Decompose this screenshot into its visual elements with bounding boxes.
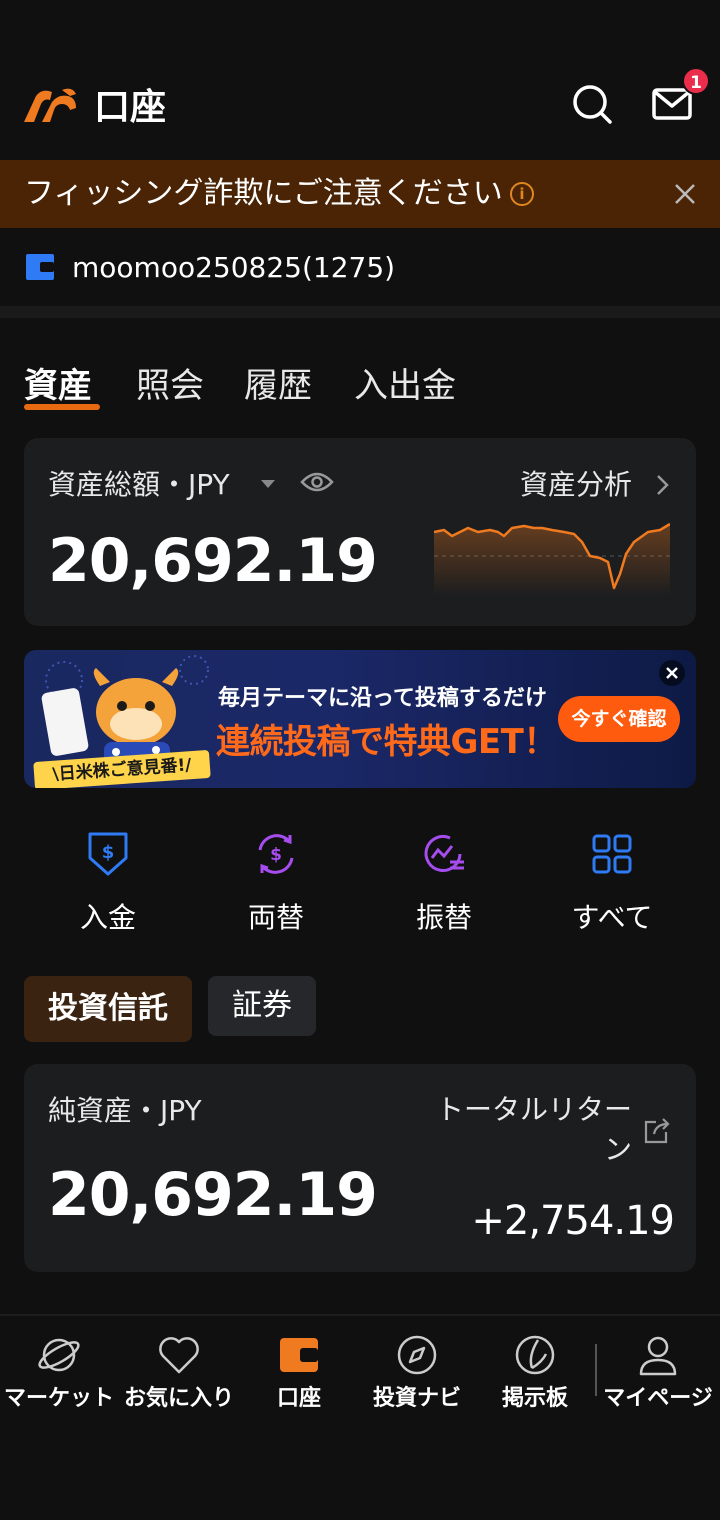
exchange-icon: $ bbox=[258, 834, 294, 874]
planet-icon bbox=[38, 1338, 80, 1372]
promo-title: 連続投稿で特典GET！ bbox=[216, 722, 557, 762]
nav-market[interactable]: マーケット bbox=[0, 1332, 118, 1422]
promo-subtitle: 毎月テーマに沿って投稿するだけ bbox=[218, 686, 547, 711]
phishing-warning-text: フィッシング詐欺にご注意ください bbox=[24, 176, 503, 211]
deposit-button[interactable]: $ 入金 bbox=[24, 826, 192, 936]
person-icon bbox=[639, 1336, 677, 1376]
account-wallet-icon bbox=[26, 254, 54, 280]
nav-invest-navi[interactable]: 投資ナビ bbox=[358, 1332, 476, 1422]
transfer-label: 振替 bbox=[415, 901, 472, 934]
nav-forum[interactable]: 掲示板 bbox=[476, 1332, 594, 1422]
transfer-button[interactable]: 振替 bbox=[360, 826, 528, 936]
nav-forum-label: 掲示板 bbox=[501, 1386, 568, 1411]
net-assets-card: 純資産・JPY 20,692.19 トータルリター ン +2,754.19 bbox=[24, 1064, 696, 1272]
deposit-label: 入金 bbox=[79, 901, 136, 934]
total-return-label-line2: ン bbox=[603, 1133, 632, 1166]
asset-sparkline bbox=[434, 522, 670, 596]
tab-inquiry[interactable]: 照会 bbox=[136, 362, 204, 410]
heart-icon bbox=[159, 1337, 199, 1374]
total-assets-value: 20,692.19 bbox=[48, 526, 378, 596]
nav-invest-navi-label: 投資ナビ bbox=[372, 1386, 461, 1411]
moomoo-logo-icon bbox=[24, 88, 76, 122]
segment-investment-trust[interactable]: 投資信託 bbox=[24, 976, 192, 1042]
bottom-nav-divider bbox=[0, 1314, 720, 1316]
total-return-label: トータルリター ン bbox=[420, 1090, 632, 1170]
eye-icon[interactable] bbox=[300, 470, 334, 494]
nav-mypage[interactable]: マイページ bbox=[598, 1332, 718, 1422]
net-assets-label: 純資産・JPY bbox=[48, 1094, 202, 1127]
share-icon[interactable] bbox=[642, 1116, 672, 1146]
page-title: 口座 bbox=[94, 87, 167, 128]
info-icon[interactable]: i bbox=[510, 182, 534, 206]
nav-account-label: 口座 bbox=[276, 1386, 321, 1411]
currency-dropdown-icon[interactable] bbox=[261, 480, 275, 488]
promo-check-button[interactable]: 今すぐ確認 bbox=[558, 696, 680, 742]
svg-text:$: $ bbox=[270, 845, 282, 865]
nav-market-label: マーケット bbox=[3, 1386, 114, 1411]
net-assets-value: 20,692.19 bbox=[48, 1160, 378, 1230]
total-assets-label: 資産総額・JPY bbox=[48, 468, 230, 501]
close-icon[interactable] bbox=[668, 177, 702, 211]
svg-text:$: $ bbox=[102, 842, 115, 863]
tab-history[interactable]: 履歴 bbox=[244, 362, 312, 410]
forum-icon bbox=[515, 1335, 555, 1375]
wallet-icon bbox=[280, 1338, 318, 1372]
tab-deposit-withdraw[interactable]: 入出金 bbox=[354, 362, 456, 410]
exchange-label: 両替 bbox=[247, 901, 304, 934]
notification-badge: 1 bbox=[682, 67, 710, 95]
tab-assets[interactable]: 資産 bbox=[24, 362, 92, 410]
phishing-warning-banner: フィッシング詐欺にご注意ください i bbox=[0, 160, 720, 228]
nav-favorites-label: お気に入り bbox=[123, 1386, 234, 1411]
all-services-label: すべて bbox=[571, 901, 653, 934]
total-assets-card: 資産総額・JPY 資産分析 20,692.19 bbox=[24, 438, 696, 626]
exchange-button[interactable]: $ 両替 bbox=[192, 826, 360, 936]
close-icon[interactable] bbox=[659, 660, 685, 686]
account-selector[interactable]: moomoo250825(1275) bbox=[0, 228, 720, 306]
chevron-right-icon[interactable] bbox=[654, 470, 672, 500]
total-return-label-line1: トータルリター bbox=[435, 1093, 632, 1126]
nav-separator bbox=[595, 1344, 597, 1396]
active-tab-indicator bbox=[24, 404, 100, 410]
nav-mypage-label: マイページ bbox=[603, 1386, 713, 1411]
search-icon[interactable] bbox=[570, 82, 614, 126]
promo-banner[interactable]: \日米株ご意見番!/ 毎月テーマに沿って投稿するだけ 連続投稿で特典GET！ 今… bbox=[24, 650, 696, 788]
grid-icon bbox=[592, 834, 632, 874]
nav-favorites[interactable]: お気に入り bbox=[120, 1332, 238, 1422]
asset-analysis-link[interactable]: 資産分析 bbox=[520, 466, 632, 504]
nav-account[interactable]: 口座 bbox=[240, 1332, 358, 1422]
deposit-icon: $ bbox=[88, 832, 128, 876]
all-services-button[interactable]: すべて bbox=[528, 826, 696, 936]
section-divider bbox=[0, 306, 720, 318]
compass-icon bbox=[397, 1335, 437, 1375]
account-id: moomoo250825(1275) bbox=[72, 251, 396, 284]
app-header: 口座 bbox=[0, 60, 720, 156]
transfer-icon bbox=[424, 835, 464, 872]
total-return-value: +2,754.19 bbox=[471, 1198, 675, 1244]
segment-securities[interactable]: 証券 bbox=[208, 976, 316, 1036]
